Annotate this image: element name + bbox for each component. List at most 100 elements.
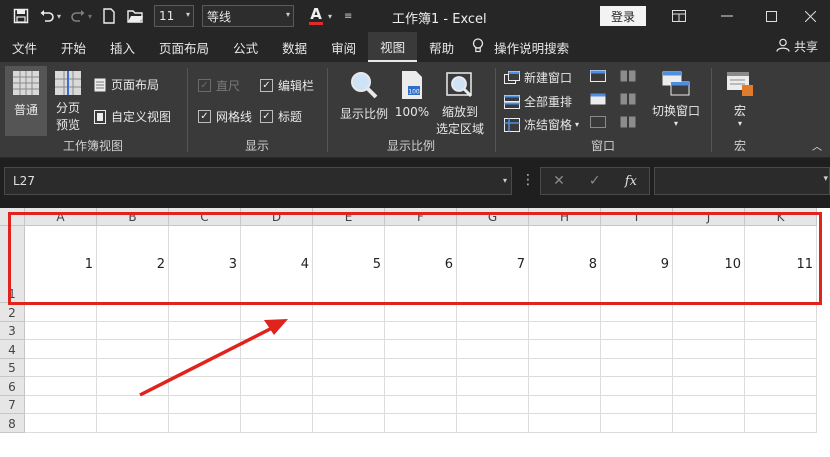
- window-group-label: 窗口: [590, 139, 615, 153]
- headings-checkbox[interactable]: ✓ 标题: [260, 108, 302, 125]
- font-name-value: 等线: [207, 9, 232, 24]
- open-folder-icon[interactable]: [124, 5, 146, 27]
- checkbox-checked-icon: ✓: [198, 79, 211, 92]
- expand-formula-bar-icon[interactable]: ▾: [823, 174, 828, 184]
- chevron-down-icon: ▾: [186, 10, 191, 19]
- font-size-select[interactable]: 11 ▾: [154, 5, 195, 27]
- enter-icon[interactable]: ✓: [589, 173, 601, 189]
- page-break-preview-button[interactable]: 分页 预览: [50, 70, 86, 133]
- normal-view-icon: [13, 71, 39, 95]
- collapse-ribbon-icon[interactable]: ︿: [812, 138, 822, 153]
- new-window-button[interactable]: 新建窗口: [504, 69, 572, 86]
- gridlines-checkbox[interactable]: ✓ 网格线: [198, 108, 252, 125]
- tell-me-label: 操作说明搜索: [494, 40, 570, 56]
- tab-file[interactable]: 文件: [0, 32, 49, 62]
- workbook-views-group: 普通 分页 预览 页面布局 自定义视图 工作簿视图: [0, 62, 186, 158]
- zoom-label: 显示比例: [339, 107, 388, 121]
- show-group-label: 显示: [244, 139, 269, 153]
- name-box[interactable]: L27 ▾: [4, 167, 512, 195]
- normal-view-button[interactable]: 普通: [5, 66, 47, 136]
- custom-views-icon: [94, 109, 106, 124]
- font-color-dropdown-icon[interactable]: ▾: [328, 12, 332, 21]
- arrange-all-button[interactable]: 全部重排: [504, 93, 572, 110]
- undo-dropdown-icon[interactable]: ▾: [57, 12, 61, 21]
- undo-icon[interactable]: [36, 5, 58, 27]
- zoom-button[interactable]: 显示比例: [338, 70, 390, 122]
- lightbulb-icon: [472, 38, 484, 56]
- zoom-100-button[interactable]: 100 100%: [394, 70, 430, 119]
- new-file-icon[interactable]: [98, 5, 120, 27]
- split-icon: [590, 70, 606, 82]
- synchronous-scrolling-button[interactable]: [620, 93, 636, 105]
- checkbox-checked-icon: ✓: [260, 110, 273, 123]
- annotation-arrow: [139, 319, 288, 397]
- ribbon: 普通 分页 预览 页面布局 自定义视图 工作簿视图 ✓ 直尺 ✓ 编辑栏 ✓ 网…: [0, 62, 830, 158]
- page-break-preview-label-1: 分页: [55, 101, 80, 115]
- font-color-swatch: [309, 22, 324, 25]
- page-layout-icon: [94, 78, 106, 91]
- customize-toolbar-icon[interactable]: ≡: [344, 11, 352, 22]
- red-arrow-icon: [139, 326, 276, 397]
- tab-formulas[interactable]: 公式: [221, 32, 270, 62]
- zoom-group-label: 显示比例: [386, 139, 435, 153]
- page-break-preview-icon: [55, 71, 81, 95]
- share-button[interactable]: 共享: [776, 38, 818, 55]
- worksheet-grid[interactable]: ABCDEFGHIJK 12345678 1 2 3 4 5 6 7 8 9 10 11: [0, 208, 830, 457]
- custom-views-button[interactable]: 自定义视图: [94, 108, 171, 125]
- tab-review[interactable]: 审阅: [319, 32, 368, 62]
- macros-button[interactable]: 宏 ▾: [720, 70, 760, 128]
- workbook-views-group-label: 工作簿视图: [62, 139, 123, 153]
- chevron-down-icon: ▾: [737, 119, 742, 128]
- page-layout-view-button[interactable]: 页面布局: [94, 76, 159, 93]
- formula-buttons: ✕ ✓ fx: [540, 167, 650, 195]
- tab-data[interactable]: 数据: [270, 32, 319, 62]
- cancel-icon[interactable]: ✕: [553, 173, 565, 189]
- more-options-icon[interactable]: ⋮: [521, 172, 535, 188]
- formula-bar-area: L27 ▾ ⋮ ✕ ✓ fx ▾: [0, 158, 830, 208]
- reset-window-position-button[interactable]: [620, 116, 636, 128]
- chevron-down-icon: ▾: [286, 10, 291, 19]
- switch-windows-label: 切换窗口: [651, 104, 700, 118]
- tab-home[interactable]: 开始: [49, 32, 98, 62]
- zoom-to-selection-label-1: 缩放到: [441, 105, 478, 119]
- font-size-value: 11: [159, 9, 175, 23]
- login-button[interactable]: 登录: [600, 6, 646, 26]
- zoom-to-selection-button[interactable]: 缩放到 选定区域: [432, 70, 488, 137]
- new-window-icon: [504, 70, 520, 84]
- macro-icon: [727, 72, 753, 96]
- tab-insert[interactable]: 插入: [98, 32, 147, 62]
- maximize-icon[interactable]: [748, 0, 794, 32]
- unhide-window-button[interactable]: [590, 116, 606, 128]
- minimize-icon[interactable]: [704, 0, 750, 32]
- share-label: 共享: [793, 40, 818, 54]
- switch-windows-button[interactable]: 切换窗口 ▾: [646, 70, 706, 128]
- insert-function-icon[interactable]: fx: [625, 174, 637, 189]
- ribbon-display-options-icon[interactable]: [656, 0, 702, 32]
- save-icon[interactable]: [10, 5, 32, 27]
- svg-text:100: 100: [408, 89, 420, 96]
- close-icon[interactable]: [790, 0, 830, 32]
- hide-window-icon: [590, 93, 606, 105]
- view-side-by-side-button[interactable]: [620, 70, 636, 82]
- tab-help[interactable]: 帮助: [417, 32, 466, 62]
- synchronous-scrolling-icon: [620, 93, 636, 105]
- formula-input[interactable]: [654, 167, 830, 195]
- redo-icon[interactable]: [67, 5, 89, 27]
- freeze-panes-button[interactable]: 冻结窗格 ▾: [504, 116, 579, 133]
- macros-label: 宏: [733, 104, 746, 118]
- ribbon-tabs: 文件 开始 插入 页面布局 公式 数据 审阅 视图 帮助 操作说明搜索: [0, 32, 830, 62]
- hide-window-button[interactable]: [590, 93, 606, 105]
- font-name-select[interactable]: 等线 ▾: [202, 5, 295, 27]
- freeze-panes-icon: [504, 117, 520, 132]
- formula-bar-checkbox[interactable]: ✓ 编辑栏: [260, 77, 314, 94]
- zoom-to-selection-icon: [446, 72, 473, 98]
- arrange-all-icon: [504, 94, 520, 109]
- quick-access-toolbar: ▾ ▾ 11 ▾ 等线 ▾ A ▾ ≡: [0, 0, 358, 32]
- tab-view[interactable]: 视图: [368, 32, 418, 62]
- split-button[interactable]: [590, 70, 606, 82]
- redo-dropdown-icon[interactable]: ▾: [88, 12, 92, 21]
- ruler-checkbox[interactable]: ✓ 直尺: [198, 77, 240, 94]
- font-color-button[interactable]: A: [308, 7, 324, 25]
- tell-me-search[interactable]: 操作说明搜索: [466, 32, 581, 62]
- tab-page-layout[interactable]: 页面布局: [147, 32, 221, 62]
